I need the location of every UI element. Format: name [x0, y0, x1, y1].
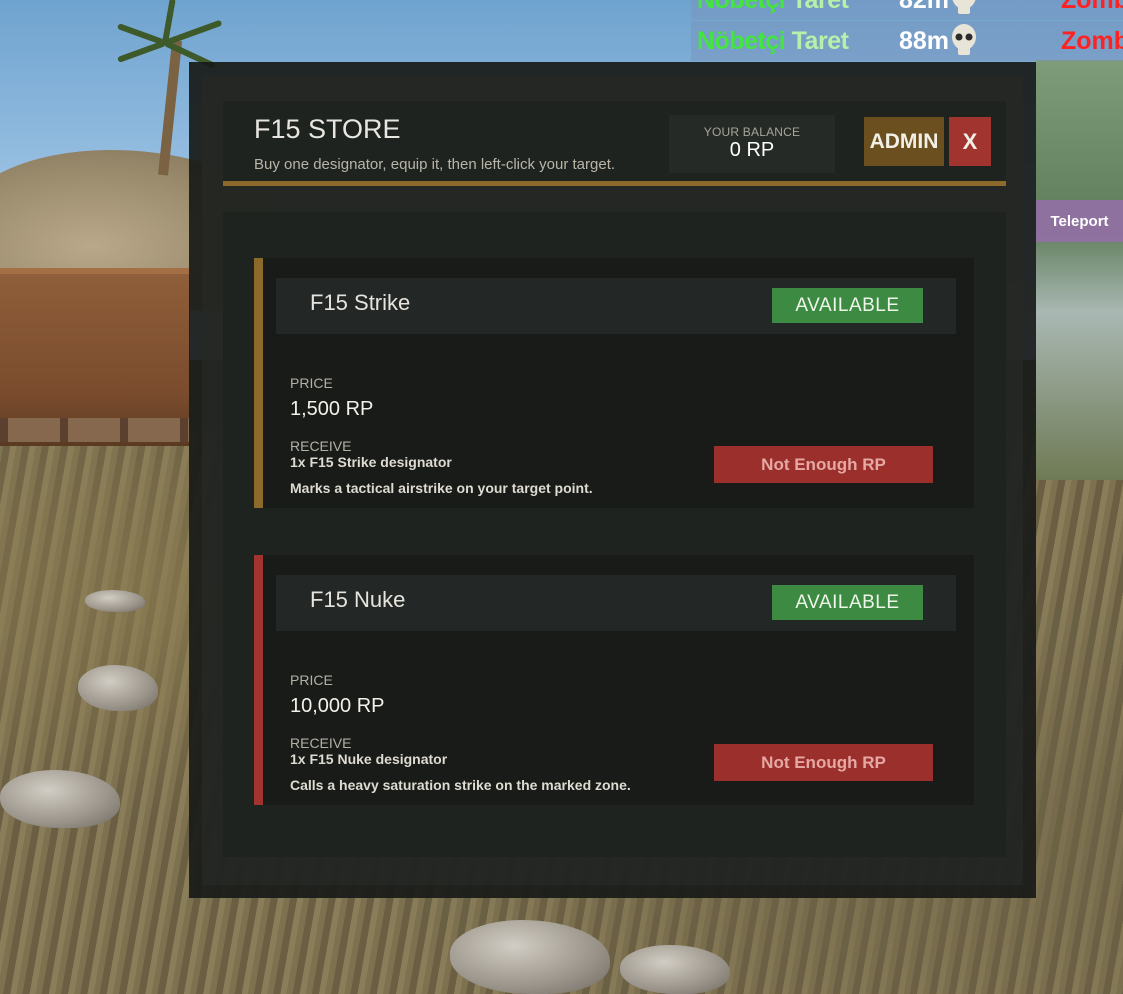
store-item-card: F15 Nuke AVAILABLE PRICE 10,000 RP RECEI… — [254, 555, 974, 805]
hud-distance: 88m — [899, 27, 950, 55]
price-value: 10,000 RP — [290, 695, 385, 717]
price-label: PRICE — [290, 672, 333, 688]
store-modal: F15 STORE Buy one designator, equip it, … — [189, 62, 1036, 898]
hud-distance: 82m — [899, 0, 950, 14]
hud-target-type: Zomb — [1061, 27, 1123, 55]
hud-target-name: Nöbetçi Taret — [697, 27, 849, 55]
store-item-card: F15 Strike AVAILABLE PRICE 1,500 RP RECE… — [254, 258, 974, 508]
item-name: F15 Nuke — [310, 587, 406, 612]
buy-button[interactable]: Not Enough RP — [714, 446, 933, 483]
fence — [0, 418, 190, 442]
card-header: F15 Nuke AVAILABLE — [276, 575, 956, 631]
distant-scenery — [1036, 60, 1123, 480]
price-label: PRICE — [290, 375, 333, 391]
card-accent-bar — [254, 555, 263, 805]
hud-target-name: Nöbetçi Taret — [697, 0, 849, 14]
receive-label: RECEIVE — [290, 438, 352, 454]
header-divider — [223, 181, 1006, 186]
item-description: Marks a tactical airstrike on your targe… — [290, 480, 593, 496]
receive-value: 1x F15 Nuke designator — [290, 751, 448, 767]
store-subtitle: Buy one designator, equip it, then left-… — [254, 156, 616, 173]
card-accent-bar — [254, 258, 263, 508]
teleport-button[interactable]: Teleport — [1036, 200, 1123, 242]
balance-display: YOUR BALANCE 0 RP — [669, 115, 835, 173]
skull-icon — [952, 24, 976, 55]
hud-target-row: Nöbetçi Taret 82m Zomb — [691, 0, 1123, 20]
hud-target-type: Zomb — [1061, 0, 1123, 14]
receive-value: 1x F15 Strike designator — [290, 454, 452, 470]
item-name: F15 Strike — [310, 290, 411, 315]
admin-button[interactable]: ADMIN — [864, 117, 944, 166]
price-value: 1,500 RP — [290, 398, 374, 420]
buy-button[interactable]: Not Enough RP — [714, 744, 933, 781]
card-header: F15 Strike AVAILABLE — [276, 278, 956, 334]
store-title: F15 STORE — [254, 114, 401, 144]
receive-label: RECEIVE — [290, 735, 352, 751]
rock — [85, 590, 145, 612]
close-button[interactable]: X — [949, 117, 991, 166]
availability-badge: AVAILABLE — [772, 288, 923, 323]
availability-badge: AVAILABLE — [772, 585, 923, 620]
skull-icon — [952, 0, 976, 14]
balance-value: 0 RP — [729, 139, 775, 161]
hud-target-row: Nöbetçi Taret 88m Zomb — [691, 21, 1123, 61]
balance-label: YOUR BALANCE — [703, 125, 801, 139]
item-description: Calls a heavy saturation strike on the m… — [290, 777, 631, 793]
